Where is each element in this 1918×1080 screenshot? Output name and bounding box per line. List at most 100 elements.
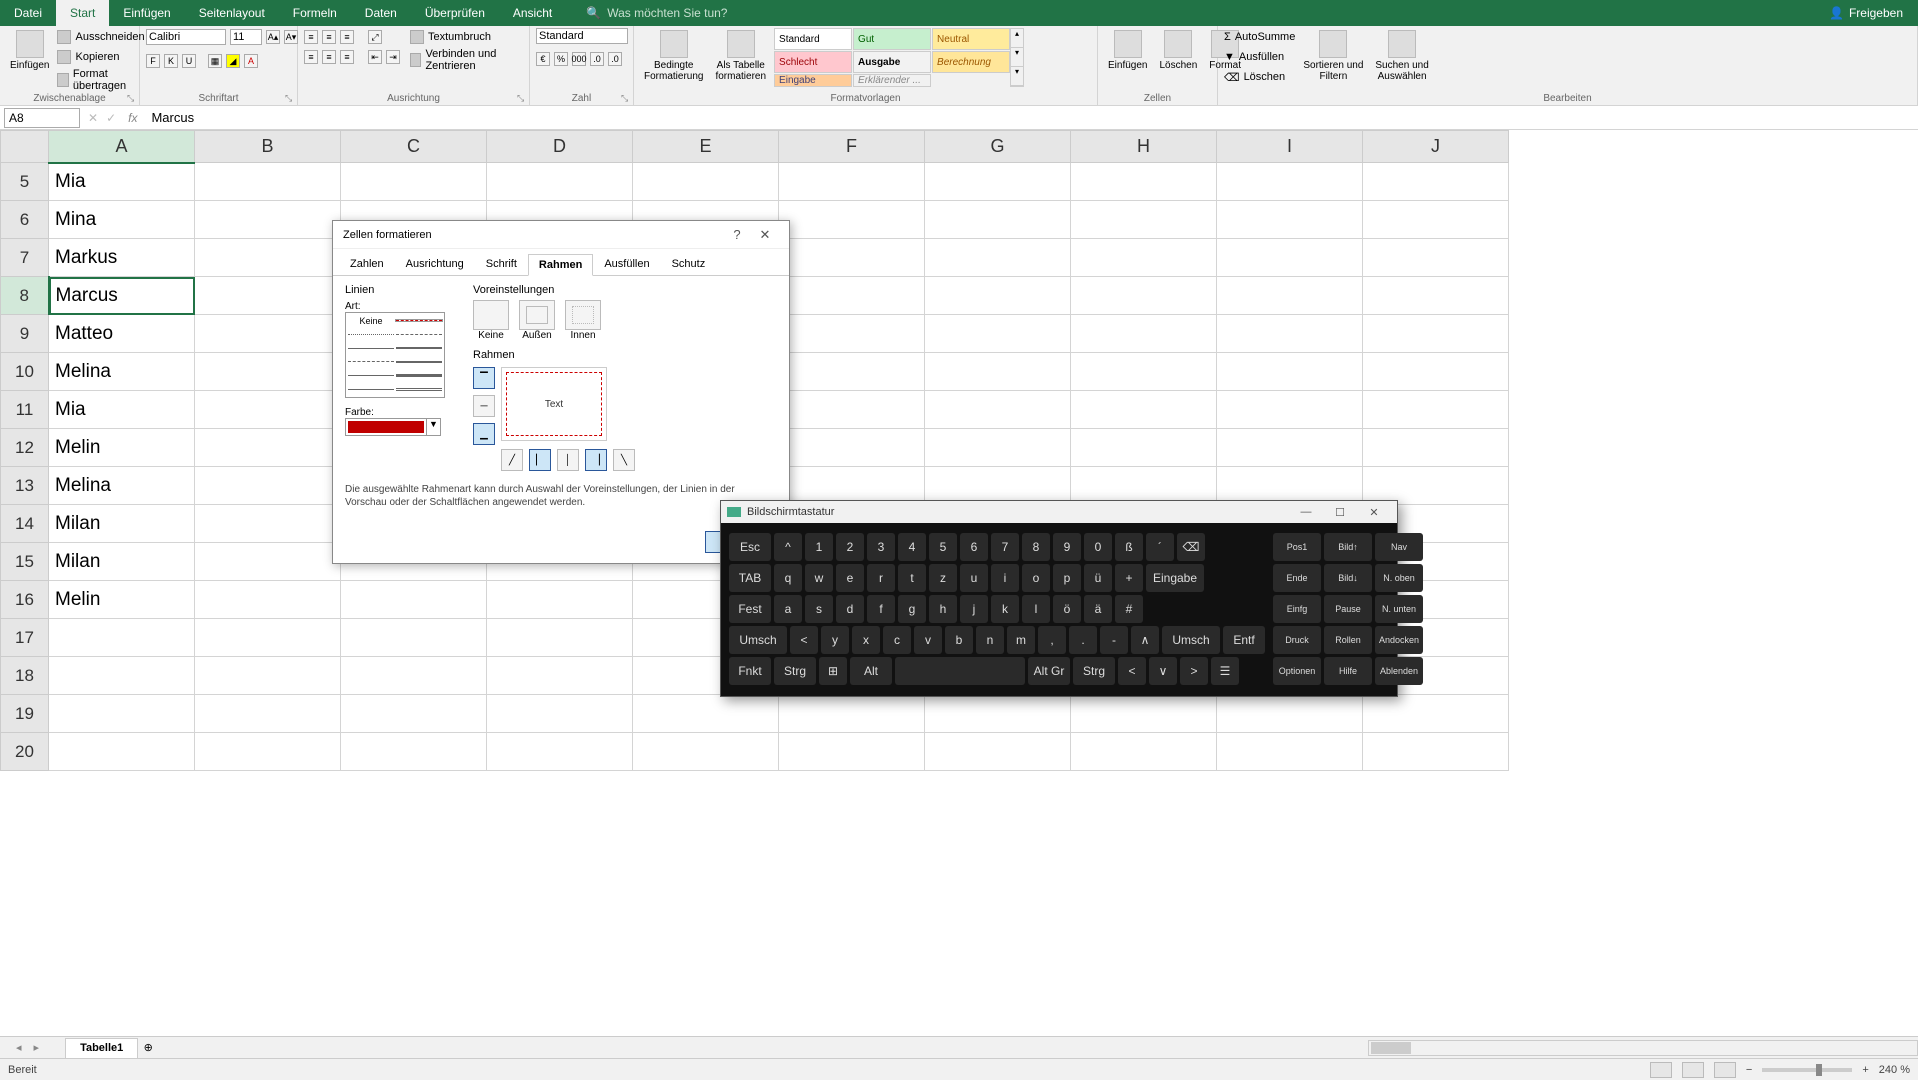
dlg-tab-ausfuellen[interactable]: Ausfüllen	[593, 253, 660, 275]
osk-key[interactable]: b	[945, 626, 973, 654]
horizontal-scrollbar[interactable]	[1368, 1040, 1918, 1056]
underline-button[interactable]: U	[182, 54, 196, 68]
osk-key[interactable]: i	[991, 564, 1019, 592]
osk-key[interactable]	[895, 657, 1025, 685]
cell[interactable]	[1071, 391, 1217, 429]
osk-titlebar[interactable]: Bildschirmtastatur — ☐ ✕	[721, 501, 1397, 523]
cell[interactable]	[341, 581, 487, 619]
osk-key[interactable]: u	[960, 564, 988, 592]
osk-close-button[interactable]: ✕	[1357, 506, 1391, 519]
style-standard[interactable]: Standard	[774, 28, 852, 50]
autosum-button[interactable]: Σ AutoSumme	[1224, 28, 1295, 46]
cell[interactable]: Milan	[49, 543, 195, 581]
border-diag-up-button[interactable]: ╱	[501, 449, 523, 471]
cell[interactable]	[195, 163, 341, 201]
cell[interactable]	[779, 239, 925, 277]
cell[interactable]	[487, 163, 633, 201]
osk-nav-key[interactable]: Ablenden	[1375, 657, 1423, 685]
cell[interactable]	[925, 163, 1071, 201]
dlg-tab-rahmen[interactable]: Rahmen	[528, 254, 593, 276]
osk-key[interactable]: g	[898, 595, 926, 623]
osk-key[interactable]: Entf	[1223, 626, 1265, 654]
cell[interactable]	[1363, 695, 1509, 733]
currency-button[interactable]: €	[536, 52, 550, 66]
osk-key[interactable]: 3	[867, 533, 895, 561]
cell[interactable]	[925, 733, 1071, 771]
align-middle-button[interactable]: ≡	[322, 30, 336, 44]
osk-key[interactable]: ⊞	[819, 657, 847, 685]
row-header[interactable]: 11	[1, 391, 49, 429]
cell[interactable]	[1071, 315, 1217, 353]
tab-start[interactable]: Start	[56, 0, 109, 26]
osk-nav-key[interactable]: Pos1	[1273, 533, 1321, 561]
cell[interactable]	[779, 163, 925, 201]
tab-ansicht[interactable]: Ansicht	[499, 0, 566, 26]
number-expand-icon[interactable]: ⤡	[621, 93, 631, 103]
cell[interactable]	[1071, 353, 1217, 391]
osk-key[interactable]: ∨	[1149, 657, 1177, 685]
cell[interactable]	[925, 277, 1071, 315]
osk-key[interactable]: s	[805, 595, 833, 623]
column-header[interactable]: E	[633, 131, 779, 163]
row-header[interactable]: 5	[1, 163, 49, 201]
cut-button[interactable]: Ausschneiden	[57, 28, 144, 46]
osk-key[interactable]: v	[914, 626, 942, 654]
preset-outline[interactable]: Außen	[519, 300, 555, 341]
osk-nav-key[interactable]: Hilfe	[1324, 657, 1372, 685]
font-name-input[interactable]	[146, 29, 226, 45]
osk-key[interactable]: n	[976, 626, 1004, 654]
osk-key[interactable]: ü	[1084, 564, 1112, 592]
zoom-level[interactable]: 240 %	[1879, 1064, 1910, 1076]
osk-key[interactable]: >	[1180, 657, 1208, 685]
column-header[interactable]: G	[925, 131, 1071, 163]
osk-key[interactable]: m	[1007, 626, 1035, 654]
cell[interactable]	[633, 733, 779, 771]
align-bottom-button[interactable]: ≡	[340, 30, 354, 44]
cell[interactable]	[779, 467, 925, 505]
osk-key[interactable]: 8	[1022, 533, 1050, 561]
fx-icon[interactable]: fx	[128, 111, 137, 125]
osk-nav-key[interactable]: Druck	[1273, 626, 1321, 654]
osk-key[interactable]: Fest	[729, 595, 771, 623]
osk-key[interactable]: 2	[836, 533, 864, 561]
cell[interactable]	[341, 657, 487, 695]
cell[interactable]	[195, 505, 341, 543]
decrease-decimal-button[interactable]: .0	[608, 52, 622, 66]
osk-nav-key[interactable]: Einfg	[1273, 595, 1321, 623]
bold-button[interactable]: F	[146, 54, 160, 68]
comma-button[interactable]: 000	[572, 52, 586, 66]
osk-key[interactable]: x	[852, 626, 880, 654]
view-page-layout-button[interactable]	[1682, 1062, 1704, 1078]
osk-key[interactable]: ß	[1115, 533, 1143, 561]
osk-key[interactable]: Umsch	[729, 626, 787, 654]
preset-inside[interactable]: Innen	[565, 300, 601, 341]
align-top-button[interactable]: ≡	[304, 30, 318, 44]
increase-decimal-button[interactable]: .0	[590, 52, 604, 66]
border-left-button[interactable]: ▏	[529, 449, 551, 471]
osk-key[interactable]: .	[1069, 626, 1097, 654]
cell[interactable]	[487, 619, 633, 657]
osk-key[interactable]: w	[805, 564, 833, 592]
dlg-tab-schutz[interactable]: Schutz	[661, 253, 717, 275]
column-header[interactable]: A	[49, 131, 195, 163]
border-right-button[interactable]: ▕	[585, 449, 607, 471]
cell[interactable]	[779, 695, 925, 733]
cell[interactable]	[925, 695, 1071, 733]
osk-key[interactable]: r	[867, 564, 895, 592]
column-header[interactable]: B	[195, 131, 341, 163]
cell[interactable]	[1363, 201, 1509, 239]
style-eingabe[interactable]: Eingabe	[774, 74, 852, 87]
osk-key[interactable]: d	[836, 595, 864, 623]
insert-cells-button[interactable]: Einfügen	[1104, 28, 1151, 73]
osk-key[interactable]: ,	[1038, 626, 1066, 654]
osk-key[interactable]: h	[929, 595, 957, 623]
column-header[interactable]: H	[1071, 131, 1217, 163]
style-schlecht[interactable]: Schlecht	[774, 51, 852, 73]
number-format-select[interactable]	[536, 28, 628, 44]
add-sheet-button[interactable]: ⊕	[138, 1041, 158, 1054]
copy-button[interactable]: Kopieren	[57, 48, 144, 66]
cell[interactable]	[195, 733, 341, 771]
sheet-nav-first[interactable]: ◂	[10, 1041, 28, 1054]
fill-color-button[interactable]: ◢	[226, 54, 240, 68]
view-normal-button[interactable]	[1650, 1062, 1672, 1078]
